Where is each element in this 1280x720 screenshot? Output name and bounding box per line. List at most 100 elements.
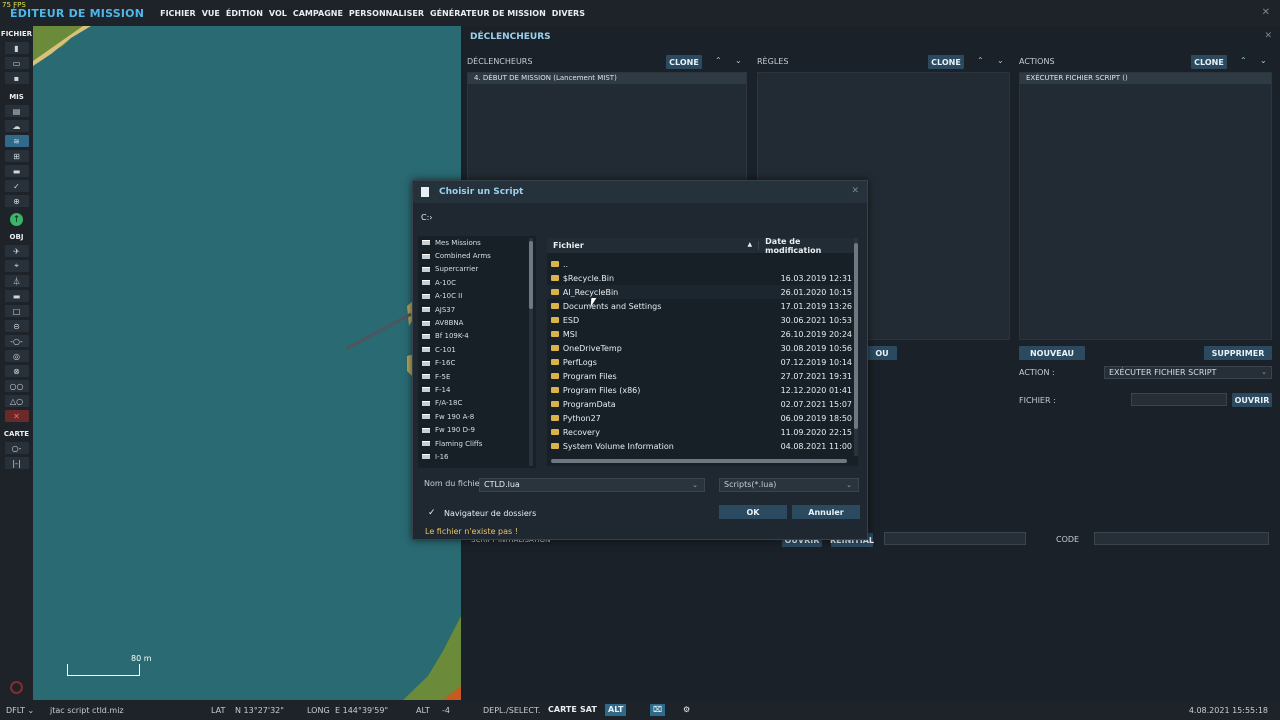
folder-item[interactable]: Fw 190 D-9: [418, 423, 536, 436]
helicopter-icon[interactable]: ⌖: [4, 260, 29, 272]
open-file-button[interactable]: OUVRIR: [1232, 393, 1272, 407]
route-icon[interactable]: -○-: [4, 335, 29, 347]
map-sat-button[interactable]: SAT: [577, 704, 600, 716]
clone-rule-button[interactable]: CLONE: [928, 55, 964, 69]
file-row[interactable]: Program Files 27.07.2021 19:31: [547, 369, 852, 383]
panel-close-icon[interactable]: ✕: [1264, 31, 1272, 41]
folder-item[interactable]: AJS37: [418, 303, 536, 316]
new-action-button[interactable]: NOUVEAU: [1019, 346, 1085, 360]
delete-action-button[interactable]: SUPPRIMER: [1204, 346, 1272, 360]
clone-action-button[interactable]: CLONE: [1191, 55, 1227, 69]
file-field[interactable]: [1131, 393, 1227, 406]
dialog-close-icon[interactable]: ✕: [851, 186, 859, 196]
folder-item[interactable]: Flaming Cliffs: [418, 437, 536, 450]
weather-icon[interactable]: ☁: [4, 120, 29, 132]
folder-item[interactable]: C-101: [418, 343, 536, 356]
file-vertical-scroll-thumb[interactable]: [854, 243, 858, 429]
triggers-icon[interactable]: ≋: [4, 135, 29, 147]
mode-select[interactable]: DFLT ⌄: [6, 706, 34, 715]
menu-personnaliser[interactable]: PERSONNALISER: [349, 9, 424, 18]
folder-item[interactable]: AV8BNA: [418, 316, 536, 329]
folder-item[interactable]: A-10C II: [418, 290, 536, 303]
folder-item[interactable]: F/A-18C: [418, 397, 536, 410]
map-carte-button[interactable]: CARTE: [545, 704, 580, 716]
file-row[interactable]: ProgramData 02.07.2021 15:07: [547, 397, 852, 411]
shapes-icon[interactable]: △○: [4, 395, 29, 407]
menu-divers[interactable]: DIVERS: [552, 9, 585, 18]
action-down-icon[interactable]: ⌄: [1260, 56, 1267, 65]
folder-item[interactable]: F-14: [418, 383, 536, 396]
plane-icon[interactable]: ✈: [4, 245, 29, 257]
briefing-icon[interactable]: ▤: [4, 105, 29, 117]
settings-gear-icon[interactable]: ⚙: [680, 704, 693, 716]
save-icon[interactable]: ▪: [4, 72, 29, 84]
rule-down-icon[interactable]: ⌄: [997, 56, 1004, 65]
zone-icon[interactable]: ◎: [4, 350, 29, 362]
folder-item[interactable]: Mes Missions: [418, 236, 536, 249]
rule-up-icon[interactable]: ⌃: [977, 56, 984, 65]
current-path[interactable]: C:›: [421, 213, 432, 222]
coalition-icon[interactable]: ⊕: [4, 195, 29, 207]
file-row[interactable]: MSI 26.10.2019 20:24: [547, 327, 852, 341]
file-row[interactable]: AI_RecycleBin 26.01.2020 10:15: [547, 285, 852, 299]
folder-item[interactable]: A-10C: [418, 276, 536, 289]
file-row[interactable]: Python27 06.09.2019 18:50: [547, 411, 852, 425]
or-button[interactable]: OU: [867, 346, 897, 360]
action-item[interactable]: EXÉCUTER FICHIER SCRIPT (): [1020, 73, 1271, 84]
menu-fichier[interactable]: FICHIER: [160, 9, 196, 18]
goals-icon[interactable]: ▬: [4, 165, 29, 177]
airdefense-icon[interactable]: ⊝: [4, 320, 29, 332]
column-date[interactable]: Date de modification: [759, 238, 858, 255]
ok-button[interactable]: OK: [719, 505, 787, 519]
trigger-down-icon[interactable]: ⌄: [735, 56, 742, 65]
map-view[interactable]: 80 m: [33, 26, 461, 700]
file-row[interactable]: $Recycle.Bin 16.03.2019 12:31: [547, 271, 852, 285]
trigger-item[interactable]: 4. DÉBUT DE MISSION (Lancement MIST): [468, 73, 746, 84]
script-init-field[interactable]: [884, 532, 1026, 545]
menu-campagne[interactable]: CAMPAGNE: [293, 9, 343, 18]
static-icon[interactable]: □: [4, 305, 29, 317]
open-folder-icon[interactable]: ▭: [4, 57, 29, 69]
file-row[interactable]: ..: [547, 257, 852, 271]
clone-trigger-button[interactable]: CLONE: [666, 55, 702, 69]
file-row[interactable]: ESD 30.06.2021 10:53: [547, 313, 852, 327]
menu-generateur[interactable]: GÉNÉRATEUR DE MISSION: [430, 9, 546, 18]
target-icon[interactable]: ⊞: [4, 150, 29, 162]
map-option-icon[interactable]: ○-: [4, 442, 29, 454]
menu-vol[interactable]: VOL: [269, 9, 287, 18]
folder-item[interactable]: Combined Arms: [418, 249, 536, 262]
folder-scroll-thumb[interactable]: [529, 241, 533, 309]
file-row[interactable]: PerfLogs 07.12.2019 10:14: [547, 355, 852, 369]
folder-item[interactable]: Bf 109K-4: [418, 330, 536, 343]
ship-icon[interactable]: ⏃: [4, 275, 29, 287]
menu-vue[interactable]: VUE: [202, 9, 220, 18]
trigger-up-icon[interactable]: ⌃: [715, 56, 722, 65]
file-horizontal-scrollbar[interactable]: [551, 459, 847, 463]
filename-input[interactable]: CTLD.lua ⌄: [479, 478, 705, 492]
record-icon[interactable]: [10, 681, 23, 694]
action-type-select[interactable]: EXÉCUTER FICHIER SCRIPT ⌄: [1104, 366, 1272, 379]
map-filter-icon[interactable]: ⌧: [650, 704, 666, 716]
code-field[interactable]: [1094, 532, 1269, 545]
column-file[interactable]: Fichier ▲: [547, 241, 760, 250]
check-icon[interactable]: ✓: [4, 180, 29, 192]
file-row[interactable]: OneDriveTemp 30.08.2019 10:56: [547, 341, 852, 355]
file-row[interactable]: Program Files (x86) 12.12.2020 01:41: [547, 383, 852, 397]
folder-item[interactable]: I-16: [418, 450, 536, 463]
folder-item[interactable]: F-5E: [418, 370, 536, 383]
vehicle-icon[interactable]: ▬: [4, 290, 29, 302]
file-row[interactable]: System Volume Information 04.08.2021 11:0…: [547, 439, 852, 453]
map-alt-button[interactable]: ALT: [605, 704, 627, 716]
ruler-icon[interactable]: |-|: [4, 457, 29, 469]
file-row[interactable]: Recovery 11.09.2020 22:15: [547, 425, 852, 439]
menu-edition[interactable]: ÉDITION: [226, 9, 263, 18]
action-up-icon[interactable]: ⌃: [1240, 56, 1247, 65]
folder-nav-checkbox[interactable]: ✓: [428, 508, 438, 518]
template-icon[interactable]: ○○: [4, 380, 29, 392]
file-type-select[interactable]: Scripts(*.lua) ⌄: [719, 478, 859, 492]
folder-item[interactable]: Supercarrier: [418, 263, 536, 276]
nav-point-icon[interactable]: ⊗: [4, 365, 29, 377]
cancel-button[interactable]: Annuler: [792, 505, 860, 519]
delete-icon[interactable]: ✕: [4, 410, 29, 422]
fly-mission-icon[interactable]: ↑: [10, 213, 23, 226]
